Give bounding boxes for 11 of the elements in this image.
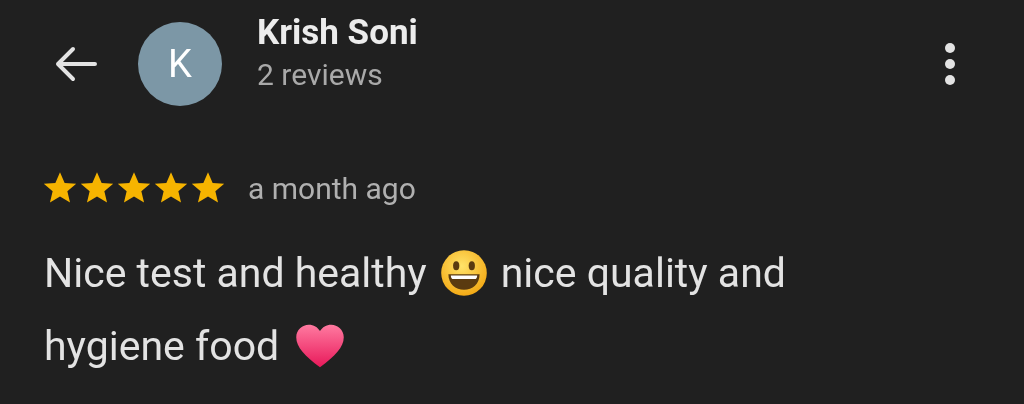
grinning-face-icon — [439, 248, 488, 297]
back-arrow-icon[interactable] — [53, 46, 97, 82]
avatar: K — [138, 22, 222, 106]
heart-icon — [295, 322, 346, 369]
review-text: Nice test and healthy — [44, 248, 427, 297]
more-options-icon[interactable] — [944, 42, 956, 86]
review-text: nice quality and — [500, 248, 786, 297]
review-text: hygiene food — [44, 321, 280, 370]
review-count: 2 reviews — [257, 56, 384, 94]
reviewer-name: Krish Soni — [257, 11, 419, 55]
review-time: a month ago — [248, 170, 416, 206]
